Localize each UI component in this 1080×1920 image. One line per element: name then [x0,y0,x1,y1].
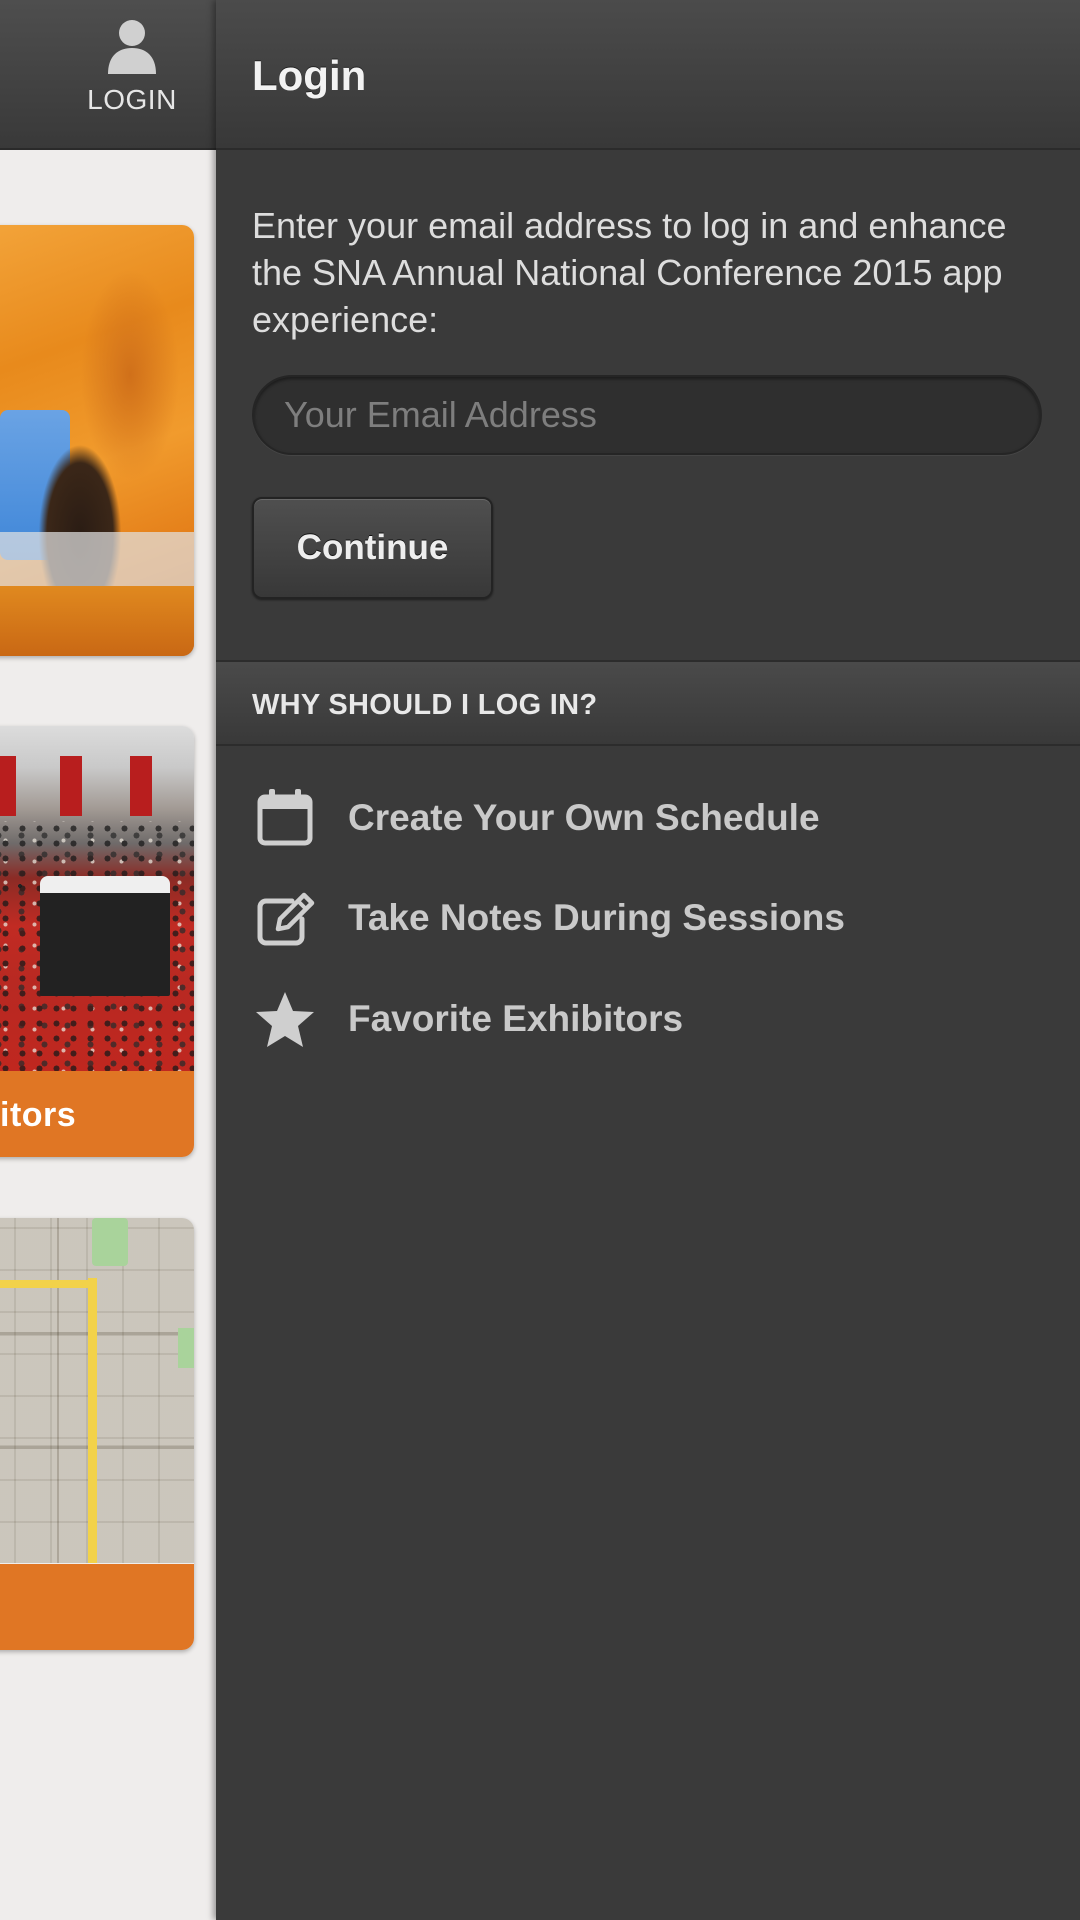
expo-banner [60,756,82,816]
login-panel: Login Enter your email address to log in… [216,0,1080,1920]
map-road [0,1280,97,1288]
benefit-label: Create Your Own Schedule [348,797,820,838]
benefit-item-notes: Take Notes During Sessions [252,883,1052,953]
canyon-photo-card[interactable] [0,225,194,656]
login-panel-header: Login [216,0,1080,150]
star-icon [252,986,318,1052]
expo-banner [130,756,152,816]
benefit-label: Take Notes During Sessions [348,897,845,938]
map-road [88,1278,97,1563]
expo-booth [40,876,170,996]
card-label: itors [0,1096,77,1134]
card-label-bar [0,1564,194,1650]
login-instructions: Enter your email address to log in and e… [252,205,1007,340]
user-icon [108,20,156,74]
canyon-overlay-band [0,532,194,587]
city-map [0,1218,194,1563]
main-header: LOGIN [0,0,216,150]
why-login-title: WHY SHOULD I LOG IN? [252,689,598,721]
why-login-header: WHY SHOULD I LOG IN? [216,660,1080,746]
page-title: Login [252,52,367,99]
email-field[interactable] [252,375,1042,455]
map-park [92,1218,128,1266]
login-nav-label: LOGIN [87,84,177,115]
login-nav-button[interactable]: LOGIN [74,18,190,128]
edit-note-icon [252,885,318,951]
benefit-item-schedule: Create Your Own Schedule [252,783,1052,853]
expo-banner [0,756,16,816]
continue-button[interactable]: Continue [252,497,493,599]
benefit-item-favorites: Favorite Exhibitors [252,984,1052,1054]
main-screen-behind: LOGIN itors [0,0,216,1920]
canyon-rock [0,586,194,656]
map-park [178,1328,194,1368]
card-label-bar: itors [0,1071,194,1157]
calendar-icon [252,785,318,851]
benefit-label: Favorite Exhibitors [348,998,684,1039]
exhibitors-card[interactable]: itors [0,726,194,1157]
map-card[interactable] [0,1218,194,1650]
